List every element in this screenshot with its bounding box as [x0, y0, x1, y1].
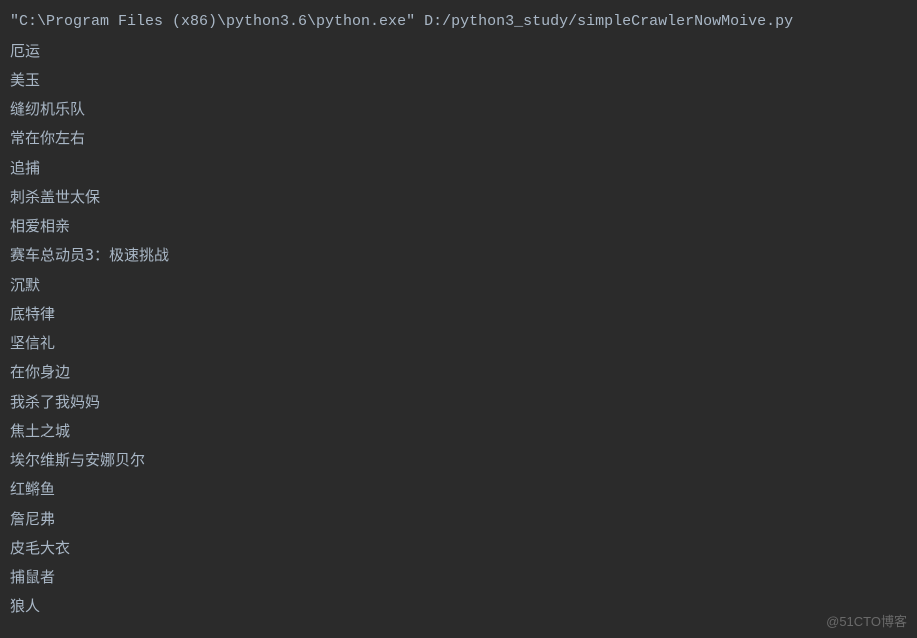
output-line: 焦土之城 [10, 417, 907, 446]
output-line: 赛车总动员3：极速挑战 [10, 241, 907, 270]
output-line: 刺杀盖世太保 [10, 183, 907, 212]
output-line: 詹尼弗 [10, 505, 907, 534]
output-line: 坚信礼 [10, 329, 907, 358]
command-line: "C:\Program Files (x86)\python3.6\python… [10, 8, 907, 37]
output-line: 沉默 [10, 271, 907, 300]
output-line: 我杀了我妈妈 [10, 388, 907, 417]
output-line: 追捕 [10, 154, 907, 183]
console-output: "C:\Program Files (x86)\python3.6\python… [10, 8, 907, 622]
output-line: 缝纫机乐队 [10, 95, 907, 124]
output-line: 捕鼠者 [10, 563, 907, 592]
output-line: 底特律 [10, 300, 907, 329]
output-line: 皮毛大衣 [10, 534, 907, 563]
output-line: 常在你左右 [10, 124, 907, 153]
output-line: 狼人 [10, 592, 907, 621]
output-line: 红鳉鱼 [10, 475, 907, 504]
output-line: 埃尔维斯与安娜贝尔 [10, 446, 907, 475]
output-container: 厄运美玉缝纫机乐队常在你左右追捕刺杀盖世太保相爱相亲赛车总动员3：极速挑战沉默底… [10, 37, 907, 622]
output-line: 美玉 [10, 66, 907, 95]
watermark: @51CTO博客 [826, 611, 907, 630]
output-line: 在你身边 [10, 358, 907, 387]
output-line: 厄运 [10, 37, 907, 66]
output-line: 相爱相亲 [10, 212, 907, 241]
